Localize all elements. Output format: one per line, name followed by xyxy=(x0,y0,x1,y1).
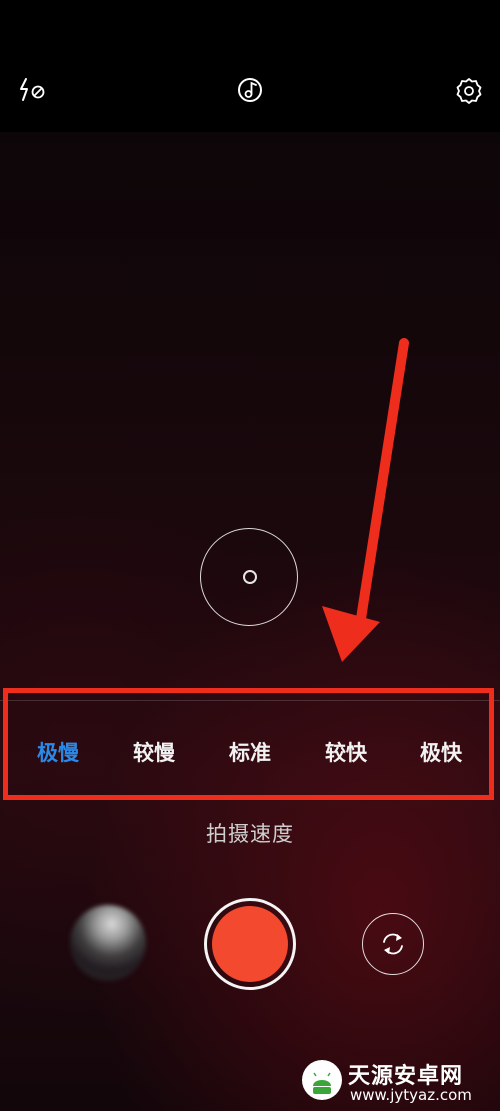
speed-caption: 拍摄速度 xyxy=(206,822,294,846)
record-indicator xyxy=(212,906,288,982)
speed-option-slow[interactable]: 较慢 xyxy=(114,737,194,767)
speed-option-extra-fast[interactable]: 极快 xyxy=(401,737,481,767)
camera-flip-icon[interactable] xyxy=(362,913,424,975)
speed-selector: 极慢 较慢 标准 较快 极快 xyxy=(0,700,500,800)
android-logo-icon xyxy=(302,1060,342,1100)
gallery-thumbnail[interactable] xyxy=(70,905,146,981)
top-bar xyxy=(0,0,500,132)
site-watermark: 天源安卓网 www.jytyaz.com xyxy=(300,1052,500,1111)
speed-option-fast[interactable]: 较快 xyxy=(306,737,386,767)
shutter-button[interactable] xyxy=(204,898,296,990)
gear-icon[interactable] xyxy=(454,75,484,105)
flash-off-icon[interactable] xyxy=(18,75,48,105)
music-note-icon[interactable] xyxy=(236,75,266,105)
speed-option-extra-slow[interactable]: 极慢 xyxy=(18,737,98,767)
watermark-url: www.jytyaz.com xyxy=(350,1086,472,1104)
speed-option-normal[interactable]: 标准 xyxy=(210,737,290,767)
camera-screen: 极慢 较慢 标准 较快 极快 拍摄速度 天源安卓网 www.jytyaz.com xyxy=(0,0,500,1111)
focus-center-dot xyxy=(243,570,257,584)
